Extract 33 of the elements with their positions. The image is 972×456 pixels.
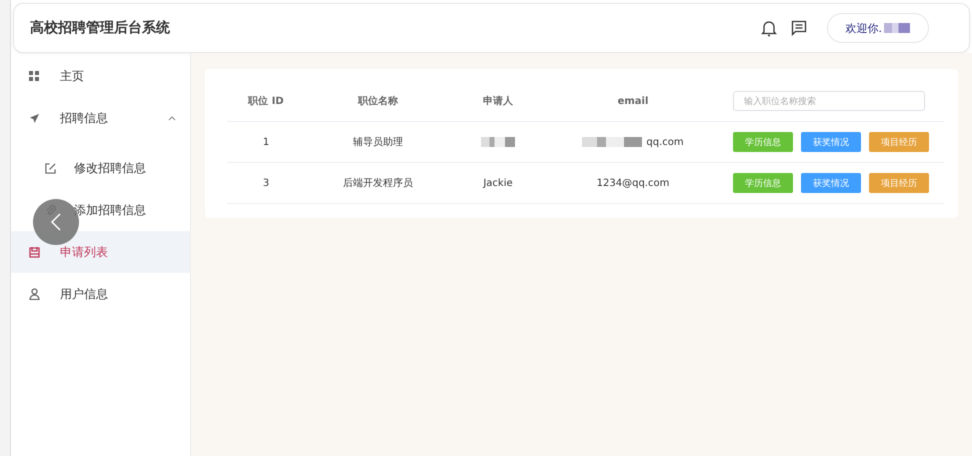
column-header: 职位 ID [246,94,285,108]
bell-icon[interactable] [760,20,776,36]
action-button[interactable]: 获奖情况 [801,132,861,152]
user-icon [29,288,40,300]
table-cell: 1 [262,136,270,148]
app-title: 高校招聘管理后台系统 [30,19,171,37]
column-header: 申请人 [482,94,514,108]
search-field[interactable]: 输入职位名称搜索 [733,91,925,111]
sidebar-item[interactable]: 招聘信息 [11,97,190,139]
welcome-text: 欢迎你. [846,20,882,36]
clipboard-icon [29,246,40,258]
column-header: email [616,96,650,106]
edit-icon [45,162,56,174]
table-cell: qq.com [646,136,684,148]
table-cell: Jackie [483,178,513,188]
table-cell: 1234@qq.com [596,178,670,188]
table-cell: 3 [262,178,270,188]
welcome-badge[interactable]: 欢迎你. [826,13,929,43]
pixelated-email [582,137,642,147]
action-button[interactable]: 获奖情况 [801,173,861,193]
sidebar-item[interactable]: 修改招聘信息 [11,147,190,189]
sidebar-item[interactable]: 主页 [11,55,190,97]
table-cell-text: 辅导员助理 [353,136,403,149]
sidebar-item[interactable]: 申请列表 [11,231,190,273]
column-header: 职位名称 [356,94,399,108]
pixelated-name [481,137,515,147]
grid-icon [29,70,40,82]
paper-plane-icon [29,112,40,124]
sidebar-item[interactable]: 用户信息 [11,273,190,315]
message-icon[interactable] [790,20,806,36]
chevron-left-icon [50,212,62,232]
pixelated-username [884,23,910,33]
table-cell-text: 后端开发程序员 [343,176,413,190]
